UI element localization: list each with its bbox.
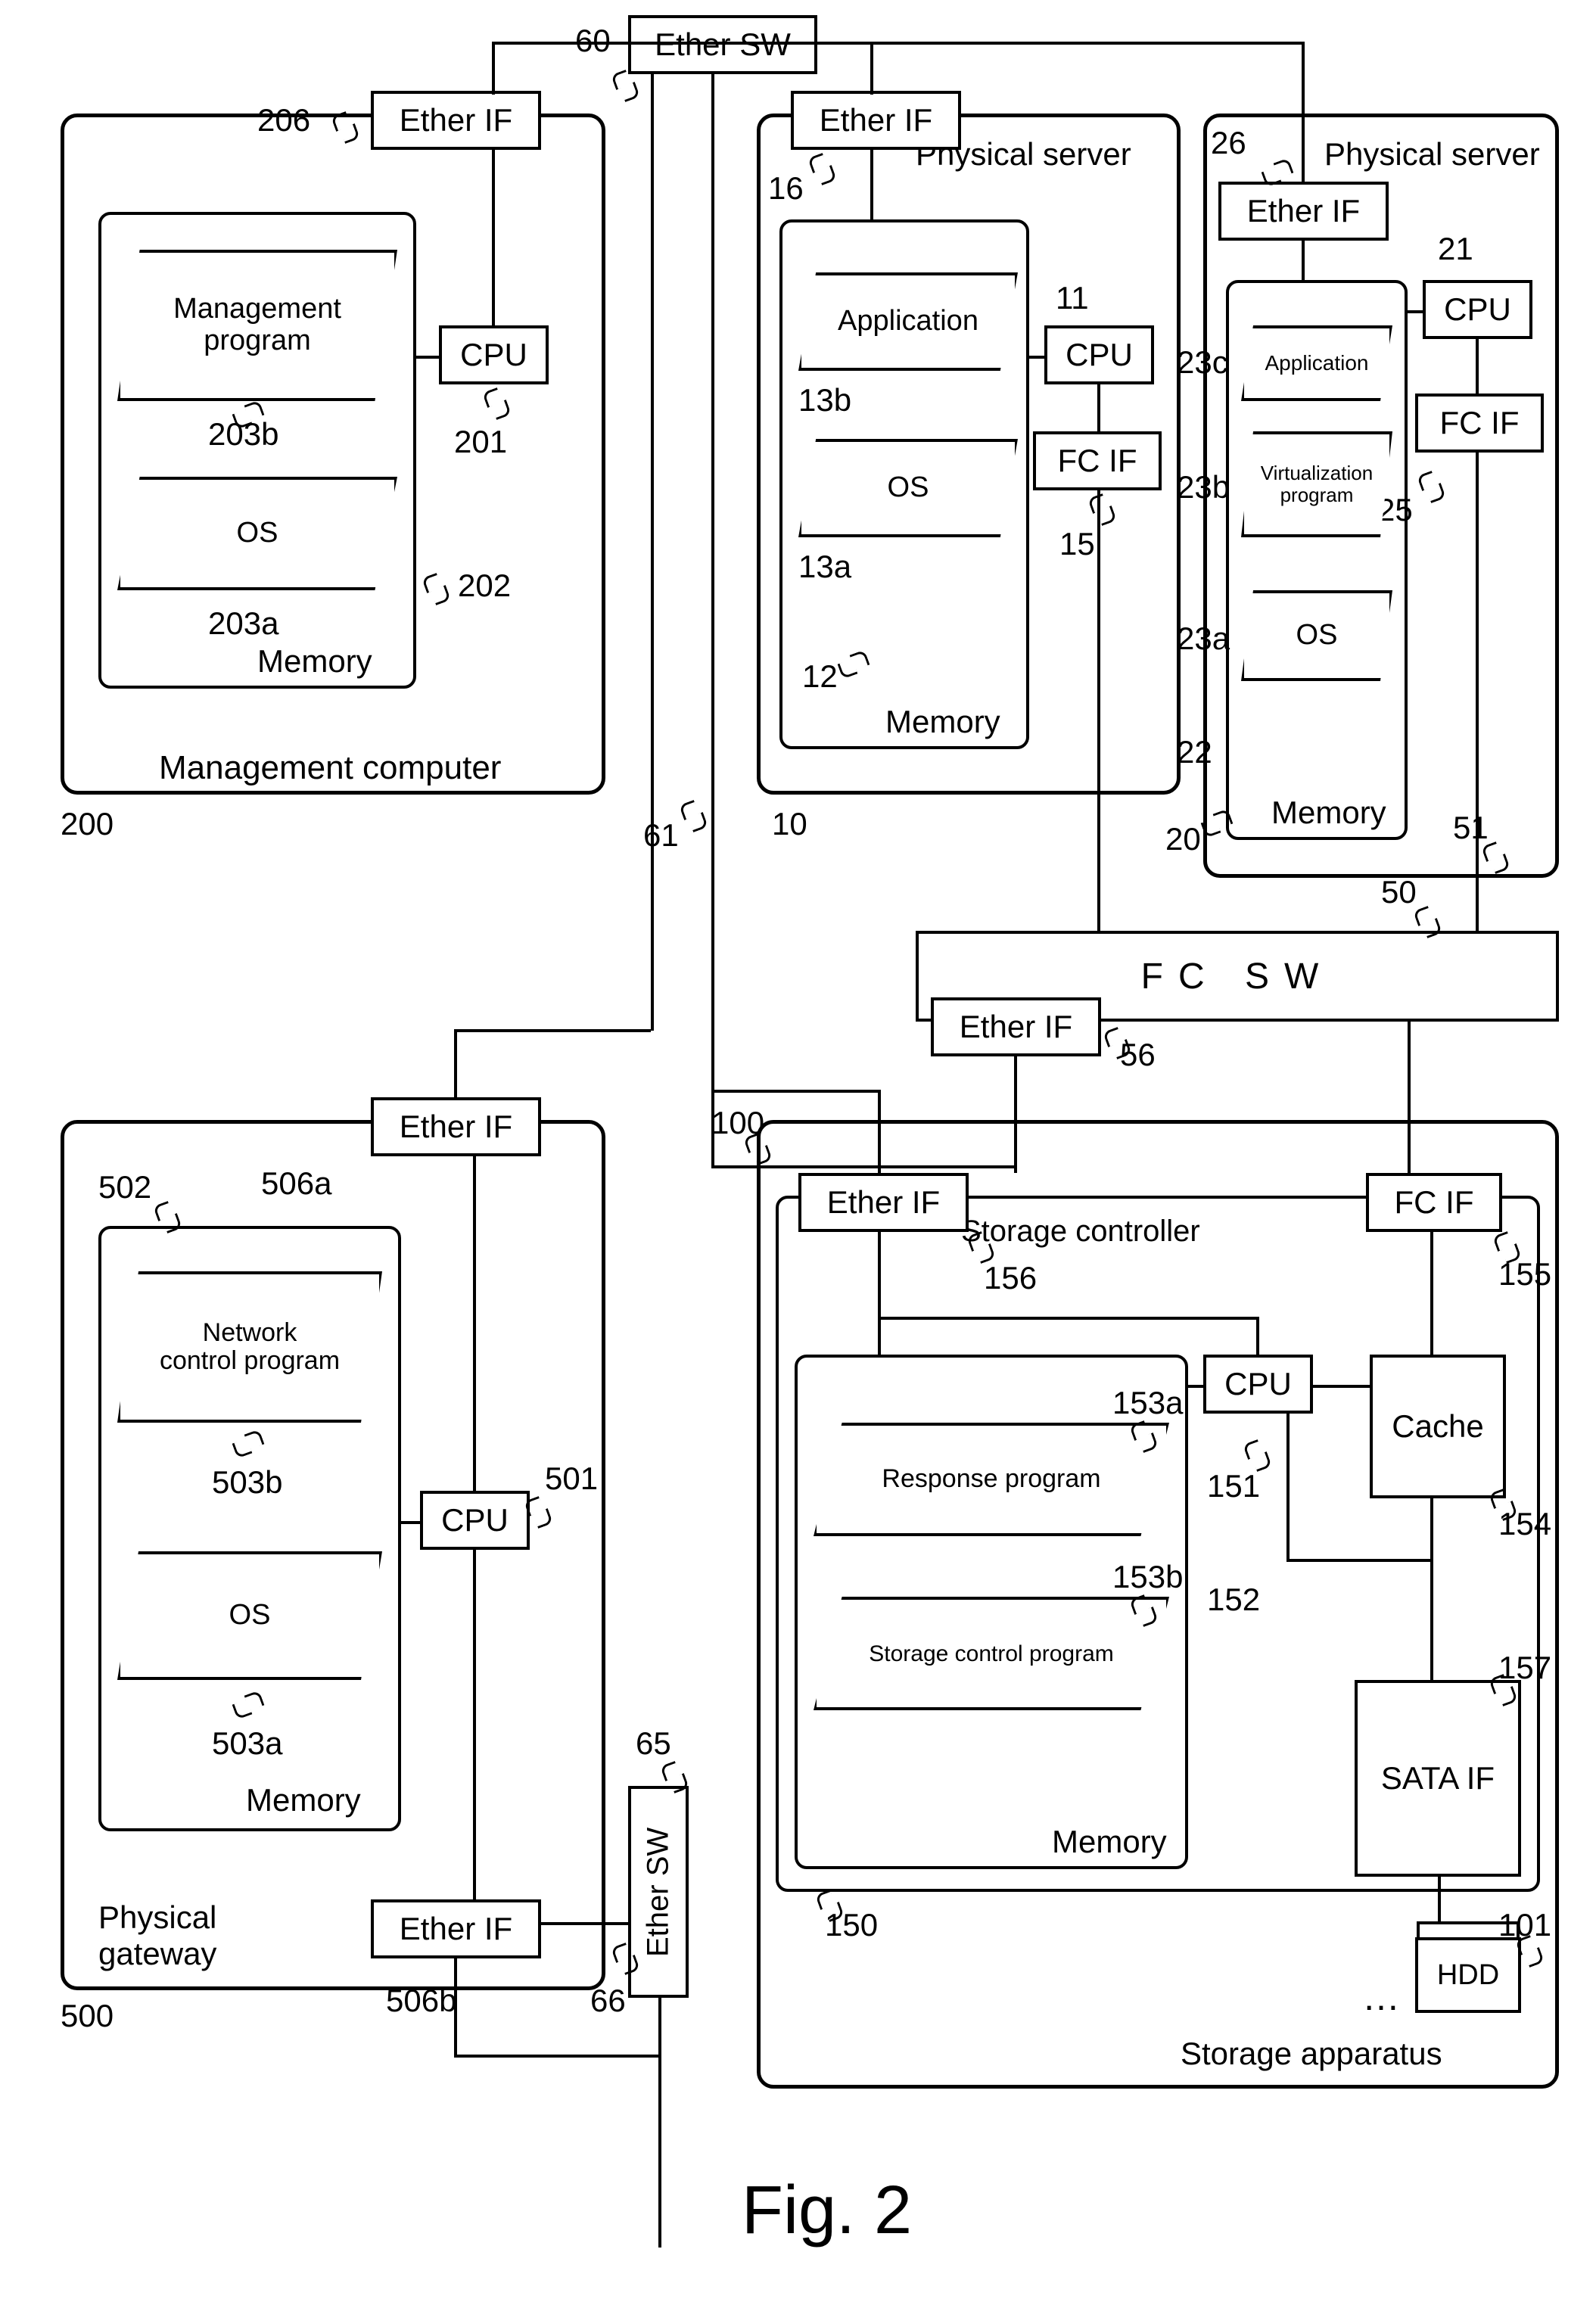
s2-virtualization: Virtualization program <box>1241 431 1392 537</box>
ref-13a: 13a <box>798 549 851 585</box>
management-computer-label: Management computer <box>159 749 501 787</box>
s1-os: OS <box>798 439 1018 537</box>
storage-hdd: HDD <box>1415 1937 1521 2013</box>
ref-13b: 13b <box>798 382 851 418</box>
s2-application: Application <box>1241 325 1392 401</box>
ref-65: 65 <box>636 1725 671 1762</box>
s1-application: Application <box>798 272 1018 371</box>
ref-10: 10 <box>772 806 807 842</box>
ref-51: 51 <box>1453 810 1489 846</box>
storage-control-program: Storage control program <box>814 1597 1169 1710</box>
ref-503a: 503a <box>212 1725 282 1762</box>
gw-ether-if-b: Ether IF <box>371 1899 541 1958</box>
ref-23c: 23c <box>1177 344 1228 381</box>
ref-26: 26 <box>1211 125 1246 161</box>
storage-controller-label: Storage controller <box>961 1215 1200 1249</box>
ref-200: 200 <box>61 806 114 842</box>
s1-memory-label: Memory <box>885 704 1000 740</box>
mgmt-cpu: CPU <box>439 325 549 384</box>
ref-60: 60 <box>575 23 611 59</box>
storage-ether-if: Ether IF <box>798 1173 969 1232</box>
gw-ether-if-a: Ether IF <box>371 1097 541 1156</box>
ref-156: 156 <box>984 1260 1037 1296</box>
storage-sata-if: SATA IF <box>1355 1680 1521 1877</box>
mgmt-ether-if: Ether IF <box>371 91 541 150</box>
fcsw-ether-if: Ether IF <box>931 997 1101 1056</box>
ref-503b: 503b <box>212 1464 282 1501</box>
ref-15: 15 <box>1059 526 1095 562</box>
ref-22: 22 <box>1177 734 1212 770</box>
ref-16: 16 <box>768 170 804 207</box>
ref-23b: 23b <box>1177 469 1230 506</box>
storage-cpu: CPU <box>1203 1355 1313 1414</box>
ref-61: 61 <box>643 817 679 854</box>
ref-20: 20 <box>1165 821 1201 857</box>
ref-206: 206 <box>257 102 310 138</box>
ref-506b: 506b <box>386 1983 456 2019</box>
gw-os: OS <box>117 1551 382 1680</box>
storage-fc-if: FC IF <box>1366 1173 1502 1232</box>
ref-66: 66 <box>590 1983 626 2019</box>
ref-202: 202 <box>458 568 511 604</box>
ref-153a: 153a <box>1112 1385 1183 1421</box>
storage-memory-label: Memory <box>1052 1824 1167 1860</box>
ref-23a: 23a <box>1177 621 1230 657</box>
ref-50: 50 <box>1381 874 1417 910</box>
gateway-label: Physical gateway <box>98 1899 216 1972</box>
s1-cpu: CPU <box>1044 325 1154 384</box>
ref-11: 11 <box>1056 280 1089 316</box>
ref-501: 501 <box>545 1461 598 1497</box>
s2-memory-label: Memory <box>1271 795 1386 831</box>
ref-151: 151 <box>1207 1468 1260 1504</box>
ref-506a: 506a <box>261 1165 331 1202</box>
hdd-more: … <box>1362 1975 1400 2019</box>
mgmt-os: OS <box>117 477 397 590</box>
ref-21: 21 <box>1438 231 1473 267</box>
s1-fc-if: FC IF <box>1033 431 1162 490</box>
ref-201: 201 <box>454 424 507 460</box>
server2-label: Physical server <box>1324 136 1540 173</box>
ether-sw-1: Ether SW <box>628 15 817 74</box>
mgmt-memory-label: Memory <box>257 643 372 680</box>
s1-ether-if: Ether IF <box>791 91 961 150</box>
ref-12: 12 <box>802 658 838 695</box>
ref-152: 152 <box>1207 1582 1260 1618</box>
storage-apparatus-label: Storage apparatus <box>1181 2036 1442 2072</box>
gw-net-program: Network control program <box>117 1271 382 1423</box>
gw-cpu: CPU <box>420 1491 530 1550</box>
mgmt-program: Management program <box>117 250 397 401</box>
s2-cpu: CPU <box>1423 280 1532 339</box>
s2-os: OS <box>1241 590 1392 681</box>
ref-500: 500 <box>61 1998 114 2034</box>
ref-203a: 203a <box>208 605 278 642</box>
ref-153b: 153b <box>1112 1559 1183 1595</box>
storage-response-program: Response program <box>814 1423 1169 1536</box>
gw-memory-label: Memory <box>246 1782 361 1818</box>
s2-fc-if: FC IF <box>1415 394 1544 453</box>
s2-ether-if: Ether IF <box>1218 182 1389 241</box>
figure-title: Fig. 2 <box>742 2172 912 2250</box>
ref-502: 502 <box>98 1169 151 1205</box>
storage-cache: Cache <box>1370 1355 1506 1498</box>
